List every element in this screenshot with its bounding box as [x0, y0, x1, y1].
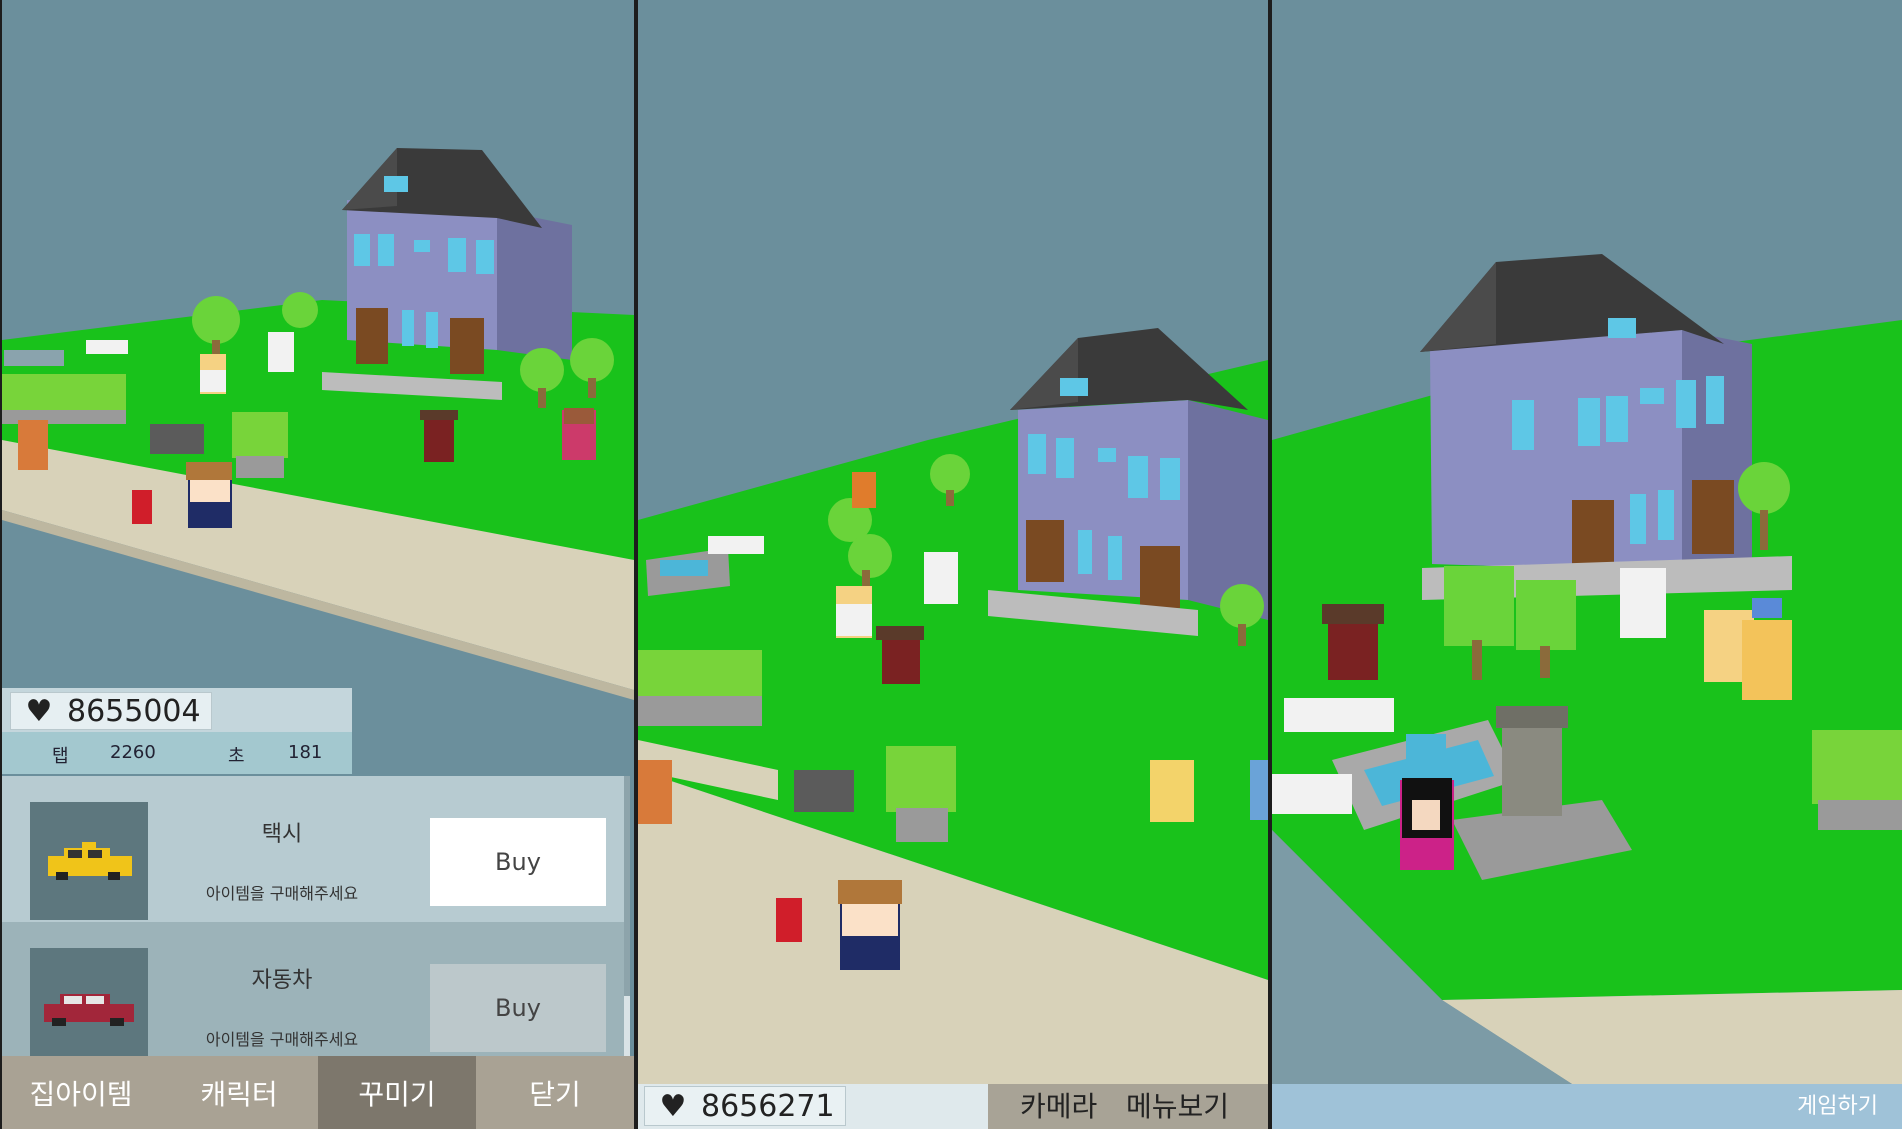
scrollbar[interactable] [624, 776, 630, 1056]
tab-bar: 집아이템 캐릭터 꾸미기 닫기 [2, 1056, 634, 1129]
shop-item: 자동차 아이템을 구매해주세요 Buy [2, 922, 624, 1056]
taxi-icon [30, 802, 148, 920]
bench [86, 340, 128, 354]
tab-house-items[interactable]: 집아이템 [2, 1056, 160, 1129]
bench [708, 536, 764, 554]
bench [1272, 774, 1352, 814]
fire-hydrant [776, 898, 802, 942]
shop-item-name: 택시 [261, 822, 303, 847]
heart-icon: ♥ [25, 693, 53, 729]
sec-label: 초 [228, 746, 245, 767]
shop-list[interactable]: 택시 아이템을 구매해주세요 Buy 자동차 아이템을 구매해주세요 Buy [2, 776, 634, 1056]
car-icon [30, 948, 148, 1056]
sec-value: 181 [288, 742, 323, 763]
shop-item-name: 자동차 [251, 968, 313, 993]
hearts-value: 8655004 [67, 693, 201, 729]
mailbox [794, 770, 854, 812]
hedge [638, 650, 762, 700]
mailbox [150, 424, 204, 454]
hearts-value: 8656271 [701, 1088, 835, 1124]
heart-icon: ♥ [659, 1088, 687, 1124]
hearts-counter: ♥ 8655004 [10, 692, 212, 730]
fountain [4, 350, 64, 366]
camera-view: 게임하기 [1272, 0, 1902, 1129]
hearts-counter: ♥ 8656271 [644, 1086, 846, 1126]
buy-button[interactable]: Buy [430, 818, 606, 906]
camera-button[interactable]: 카메라 [1020, 1084, 1097, 1129]
menu-button[interactable]: 메뉴보기 [1126, 1084, 1229, 1129]
bench [1284, 698, 1394, 732]
shop-item-desc: 아이템을 구매해주세요 [205, 1030, 359, 1049]
play-game-button[interactable]: 게임하기 [1797, 1084, 1878, 1129]
game-scene[interactable] [638, 0, 1268, 1129]
tap-value: 2260 [110, 742, 156, 763]
scroll-thumb[interactable] [624, 776, 630, 996]
buy-button[interactable]: Buy [430, 964, 606, 1052]
stats-bar: 탭 2260 초 181 [2, 732, 352, 774]
tap-label: 탭 [52, 746, 69, 767]
tab-characters[interactable]: 캐릭터 [160, 1056, 318, 1129]
shop-screen: ♥ 8655004 탭 2260 초 181 택시 아이템을 구매해주세요 Bu… [2, 0, 634, 1129]
town-view: ♥ 8656271 카메라 메뉴보기 [638, 0, 1268, 1129]
shop-item-desc: 아이템을 구매해주세요 [205, 884, 359, 903]
tab-close[interactable]: 닫기 [476, 1056, 634, 1129]
hedge [2, 374, 126, 414]
fire-hydrant [132, 490, 152, 524]
game-scene[interactable] [1272, 0, 1902, 1129]
tab-decorate[interactable]: 꾸미기 [318, 1056, 476, 1129]
shop-item: 택시 아이템을 구매해주세요 Buy [2, 776, 624, 922]
